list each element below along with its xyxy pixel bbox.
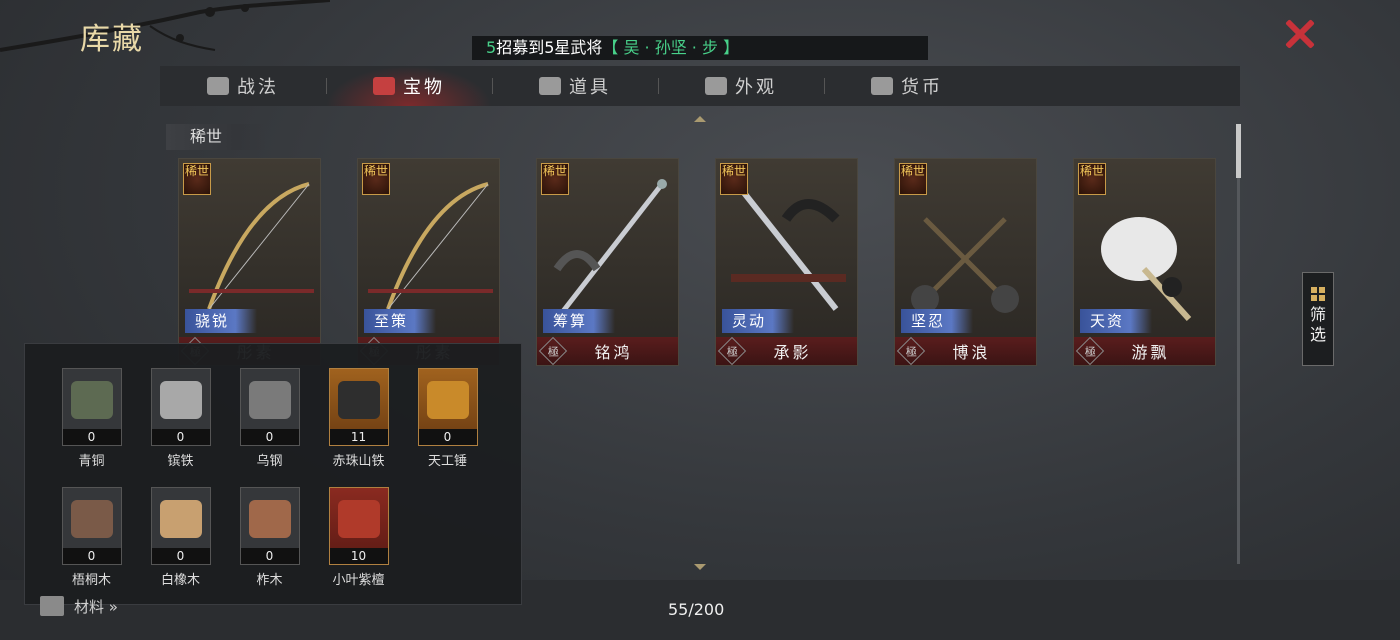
scroll-icon [207,77,229,95]
material-name: 白橡木 [160,573,200,588]
materials-toggle-button[interactable]: 材料 » [40,592,118,620]
treasure-card[interactable]: 稀世 天资 極游飘 [1073,158,1216,366]
tab-items[interactable]: 道具 [492,66,658,106]
material-count: 0 [62,548,121,564]
treasure-icon [373,77,395,95]
material-item[interactable]: 0 天工锤 [403,368,492,469]
category-tabs: 战法 宝物 道具 外观 货币 [160,66,1240,106]
rarity-badge: 稀世 [183,163,211,195]
rarity-badge: 稀世 [720,163,748,195]
material-name: 梧桐木 [71,573,111,588]
material-name: 赤珠山铁 [332,454,385,469]
material-name: 镔铁 [167,454,194,469]
trait-label: 坚忍 [901,309,973,333]
wood-log-icon [159,500,202,538]
material-count: 0 [62,429,121,445]
trait-label: 至策 [364,309,436,333]
material-item[interactable]: 0 白橡木 [136,487,225,588]
red-iron-ore-icon [337,381,380,419]
recruit-ticker: 5招募到5星武将【 吴 · 孙坚 · 步 】 [472,36,928,60]
material-item[interactable]: 10 小叶紫檀 [314,487,403,588]
hammer-icon [426,381,469,419]
material-item[interactable]: 0 梧桐木 [47,487,136,588]
rarity-badge: 稀世 [899,163,927,195]
tab-label: 货币 [901,77,943,98]
materials-box-icon [40,596,64,616]
ink-branch-decoration [0,0,330,52]
material-item[interactable]: 0 青铜 [47,368,136,469]
wood-log-icon [70,500,113,538]
treasure-card[interactable]: 稀世 坚忍 極博浪 [894,158,1037,366]
treasure-name: 铭鸿 [594,343,633,362]
material-count: 0 [151,548,210,564]
material-name: 乌钢 [256,454,283,469]
material-name: 小叶紫檀 [332,573,385,588]
ticker-highlight: 【 吴 · 孙坚 · 步 】 [602,38,740,57]
material-item[interactable]: 0 乌钢 [225,368,314,469]
material-name: 天工锤 [427,454,467,469]
item-box-icon [539,77,561,95]
iron-ingot-icon [159,381,202,419]
treasure-name: 承影 [773,343,812,362]
close-icon[interactable] [1282,16,1318,52]
card-footer: 極游飘 [1074,336,1215,366]
rarity-badge: 稀世 [1078,163,1106,195]
treasure-card[interactable]: 稀世 筹算 極铭鸿 [536,158,679,366]
card-footer: 極承影 [716,336,857,366]
treasure-card[interactable]: 稀世 骁锐 極彤素 [178,158,321,366]
rarity-badge: 稀世 [362,163,390,195]
ticker-number: 5 [486,38,497,57]
grid-icon [1311,287,1325,301]
tab-tactics[interactable]: 战法 [160,66,326,106]
scroll-up-arrow-icon[interactable] [694,116,706,122]
tab-label: 道具 [569,77,611,98]
treasure-card[interactable]: 稀世 灵动 極承影 [715,158,858,366]
tab-label: 宝物 [403,77,445,98]
list-scrollbar[interactable] [1236,124,1241,564]
treasure-name: 博浪 [952,343,991,362]
storage-count: 55/200 [668,600,725,619]
material-count: 0 [151,429,210,445]
rarity-badge: 稀世 [541,163,569,195]
tab-label: 战法 [237,77,279,98]
material-count: 0 [240,548,299,564]
trait-label: 灵动 [722,309,794,333]
card-footer: 極博浪 [895,336,1036,366]
section-header-rare: 稀世 [166,124,266,150]
card-footer: 極铭鸿 [537,336,678,366]
material-count: 11 [329,429,388,445]
swirl-icon [705,77,727,95]
material-name: 青铜 [78,454,105,469]
filter-label-1: 筛 [1309,305,1326,324]
tab-label: 外观 [735,77,777,98]
trait-label: 天资 [1080,309,1152,333]
materials-label: 材料 » [74,597,118,616]
treasure-card[interactable]: 稀世 至策 極彤素 [357,158,500,366]
filter-label-2: 选 [1309,325,1326,344]
material-count: 0 [418,429,477,445]
material-count: 0 [240,429,299,445]
tab-currency[interactable]: 货币 [824,66,990,106]
page-title: 库藏 [80,22,144,57]
coin-bag-icon [871,77,893,95]
materials-popup: 0 青铜 0 镔铁 0 乌钢 11 赤珠山铁 0 天工锤 0 梧桐木 0 白橡木 0 柞木 10… [24,343,522,605]
steel-ingot-icon [248,381,291,419]
material-item[interactable]: 0 柞木 [225,487,314,588]
trait-label: 骁锐 [185,309,257,333]
material-name: 柞木 [256,573,283,588]
bronze-ore-icon [70,381,113,419]
rosewood-log-icon [337,500,380,538]
ticker-text: 招募到5星武将 [496,38,603,57]
material-item[interactable]: 11 赤珠山铁 [314,368,403,469]
material-count: 10 [329,548,388,564]
filter-button[interactable]: 筛 选 [1302,272,1334,366]
scrollbar-thumb[interactable] [1236,124,1241,178]
tab-treasure[interactable]: 宝物 [326,66,492,106]
treasure-name: 游飘 [1131,343,1170,362]
tab-appearance[interactable]: 外观 [658,66,824,106]
scroll-down-arrow-icon[interactable] [694,564,706,570]
trait-label: 筹算 [543,309,615,333]
material-item[interactable]: 0 镔铁 [136,368,225,469]
wood-log-icon [248,500,291,538]
